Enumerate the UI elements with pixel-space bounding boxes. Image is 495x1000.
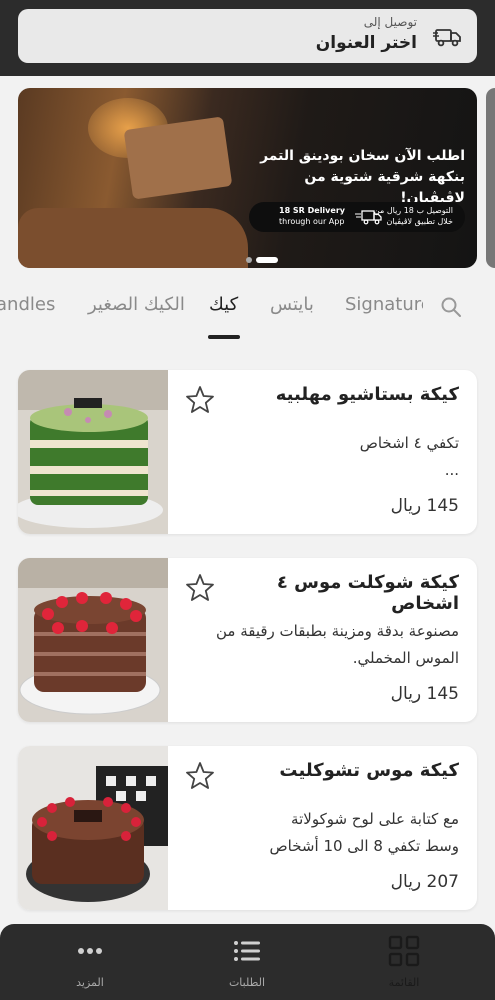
product-title: كيكة بستاشيو مهلبيه [275, 384, 459, 405]
active-tab-indicator [208, 335, 240, 339]
product-image [18, 558, 168, 722]
nav-more-label: المزيد [76, 976, 104, 989]
nav-menu-label: القائمة [388, 976, 420, 989]
carousel-dots [246, 248, 282, 267]
product-price: 145 ريال [390, 496, 459, 516]
more-dots-icon [78, 948, 102, 954]
tab-signature[interactable]: Signature [345, 294, 423, 315]
tab-cakes[interactable]: كيك [209, 294, 238, 315]
category-tabs: andles الكيك الصغير كيك بايتس Signature [0, 282, 495, 342]
pill-arabic-text: التوصيل ب 18 ريال من خلال تطبيق لاڤيڤيان [373, 206, 453, 226]
top-bar: توصيل إلى اختر العنوان [0, 0, 495, 76]
choose-address-label: اختر العنوان [315, 33, 417, 53]
list-icon [234, 941, 260, 961]
carousel-dot-active[interactable] [256, 257, 278, 263]
banner-photo-slice [123, 116, 233, 200]
promo-banner[interactable]: اطلب الآن سخان بودينق التمر بنكهة شرقية … [18, 88, 477, 268]
bottom-navigation: المزيد الطلبات القائمة [0, 924, 495, 1000]
nav-orders[interactable]: الطلبات [207, 934, 287, 989]
product-card[interactable]: كيكة شوكلت موس ٤ اشخاص مصنوعة بدقة ومزين… [18, 558, 477, 722]
product-description: مع كتابة على لوح شوكولاتة وسط تكفي 8 الى… [269, 810, 459, 855]
next-banner-peek[interactable] [486, 88, 495, 268]
product-price: 207 ريال [390, 872, 459, 892]
product-title: كيكة موس تشوكليت [279, 760, 459, 781]
product-card[interactable]: كيكة موس تشوكليت مع كتابة على لوح شوكولا… [18, 746, 477, 910]
nav-menu[interactable]: القائمة [364, 934, 444, 989]
delivery-truck-icon [433, 29, 461, 47]
grid-icon [388, 935, 420, 967]
product-image [18, 370, 168, 534]
product-price: 145 ريال [390, 684, 459, 704]
product-title: كيكة شوكلت موس ٤ اشخاص [276, 572, 459, 614]
banner-headline: اطلب الآن سخان بودينق التمر بنكهة شرقية … [260, 148, 465, 206]
tab-candles[interactable]: andles [0, 294, 55, 315]
search-icon[interactable] [440, 296, 462, 318]
product-description: تكفي ٤ اشخاص ... [359, 434, 459, 479]
pill-english-text: 18 SR Delivery through our App [279, 206, 345, 226]
delivery-pill: التوصيل ب 18 ريال من خلال تطبيق لاڤيڤيان… [249, 202, 465, 232]
delivery-address-selector[interactable]: توصيل إلى اختر العنوان [18, 9, 477, 63]
product-image [18, 746, 168, 910]
banner-photo-cake [18, 208, 248, 268]
product-description: مصنوعة بدقة ومزينة بطبقات رقيقة من الموس… [215, 622, 459, 667]
nav-orders-label: الطلبات [228, 976, 266, 989]
delivery-truck-icon [355, 210, 382, 225]
carousel-dot[interactable] [246, 257, 252, 263]
tab-bites[interactable]: بايتس [270, 294, 314, 315]
nav-more[interactable]: المزيد [50, 934, 130, 989]
product-card[interactable]: كيكة بستاشيو مهلبيه تكفي ٤ اشخاص ... 145… [18, 370, 477, 534]
delivery-to-label: توصيل إلى [363, 15, 417, 29]
tab-small-cakes[interactable]: الكيك الصغير [88, 294, 185, 315]
